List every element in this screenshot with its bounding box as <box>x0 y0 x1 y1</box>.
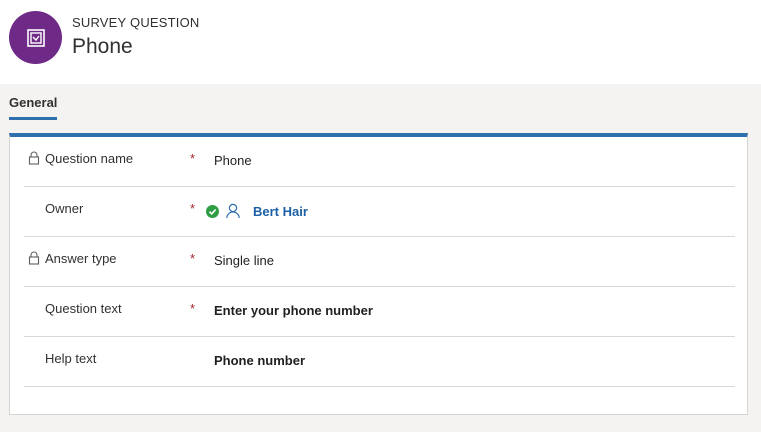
tab-general[interactable]: General <box>9 95 58 120</box>
field-label-owner: Owner <box>45 201 84 216</box>
entity-type-label: SURVEY QUESTION <box>72 15 200 30</box>
answer-type-value[interactable]: Single line <box>214 253 274 268</box>
question-name-value[interactable]: Phone <box>214 153 252 168</box>
required-indicator: * <box>190 201 196 216</box>
required-indicator: * <box>190 251 196 266</box>
general-section: Question name * Phone Owner * Bert Hair … <box>9 133 748 415</box>
field-row-help-text: Help text Phone number <box>24 337 735 387</box>
entity-avatar <box>9 11 62 64</box>
record-header: SURVEY QUESTION Phone <box>0 0 761 84</box>
required-indicator: * <box>190 151 196 166</box>
required-indicator: * <box>190 301 196 316</box>
field-label-question-name: Question name <box>45 151 134 166</box>
tab-bar: General <box>0 84 761 124</box>
field-label-help-text: Help text <box>45 351 97 366</box>
field-row-owner: Owner * Bert Hair <box>24 187 735 237</box>
lock-icon <box>28 151 40 165</box>
owner-lookup[interactable]: Bert Hair <box>206 203 308 219</box>
field-row-question-text: Question text * Enter your phone number <box>24 287 735 337</box>
field-label-answer-type: Answer type <box>45 251 117 266</box>
help-text-value[interactable]: Phone number <box>214 353 305 368</box>
check-circle-icon <box>206 204 219 218</box>
owner-link[interactable]: Bert Hair <box>253 204 308 219</box>
survey-question-icon <box>26 28 45 47</box>
field-row-answer-type: Answer type * Single line <box>24 237 735 287</box>
person-icon <box>226 203 240 219</box>
field-label-question-text: Question text <box>45 301 122 316</box>
field-row-question-name: Question name * Phone <box>24 137 735 187</box>
question-text-value[interactable]: Enter your phone number <box>214 303 373 318</box>
record-title: Phone <box>72 35 133 58</box>
lock-icon <box>28 251 40 265</box>
